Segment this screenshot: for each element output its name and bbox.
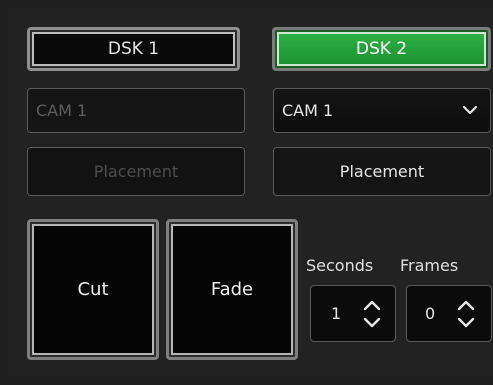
placement-right-label: Placement (339, 162, 425, 181)
cut-button[interactable]: Cut (27, 219, 159, 360)
camera-select-left: CAM 1 (27, 88, 245, 133)
up-down-arrows-icon[interactable] (457, 299, 475, 329)
dsk1-button[interactable]: DSK 1 (27, 27, 240, 71)
dsk2-label: DSK 2 (355, 39, 408, 59)
camera-select-left-value: CAM 1 (36, 101, 88, 120)
fade-label: Fade (210, 279, 254, 300)
frames-value: 0 (425, 304, 436, 323)
placement-button-right[interactable]: Placement (273, 147, 491, 196)
cut-label: Cut (77, 279, 109, 300)
placement-left-label: Placement (93, 162, 179, 181)
up-down-arrows-icon[interactable] (363, 299, 381, 329)
fade-button[interactable]: Fade (166, 219, 298, 360)
camera-select-right-value: CAM 1 (282, 101, 334, 120)
seconds-label: Seconds (306, 256, 374, 275)
frames-stepper[interactable]: 0 (406, 285, 492, 342)
dsk1-label: DSK 1 (107, 39, 160, 59)
camera-select-right[interactable]: CAM 1 (273, 88, 491, 133)
placement-button-left: Placement (27, 147, 245, 196)
seconds-stepper[interactable]: 1 (310, 285, 396, 342)
chevron-down-icon (462, 105, 478, 115)
dsk2-button[interactable]: DSK 2 (272, 27, 491, 71)
frames-label: Frames (400, 256, 459, 275)
seconds-value: 1 (331, 304, 342, 323)
